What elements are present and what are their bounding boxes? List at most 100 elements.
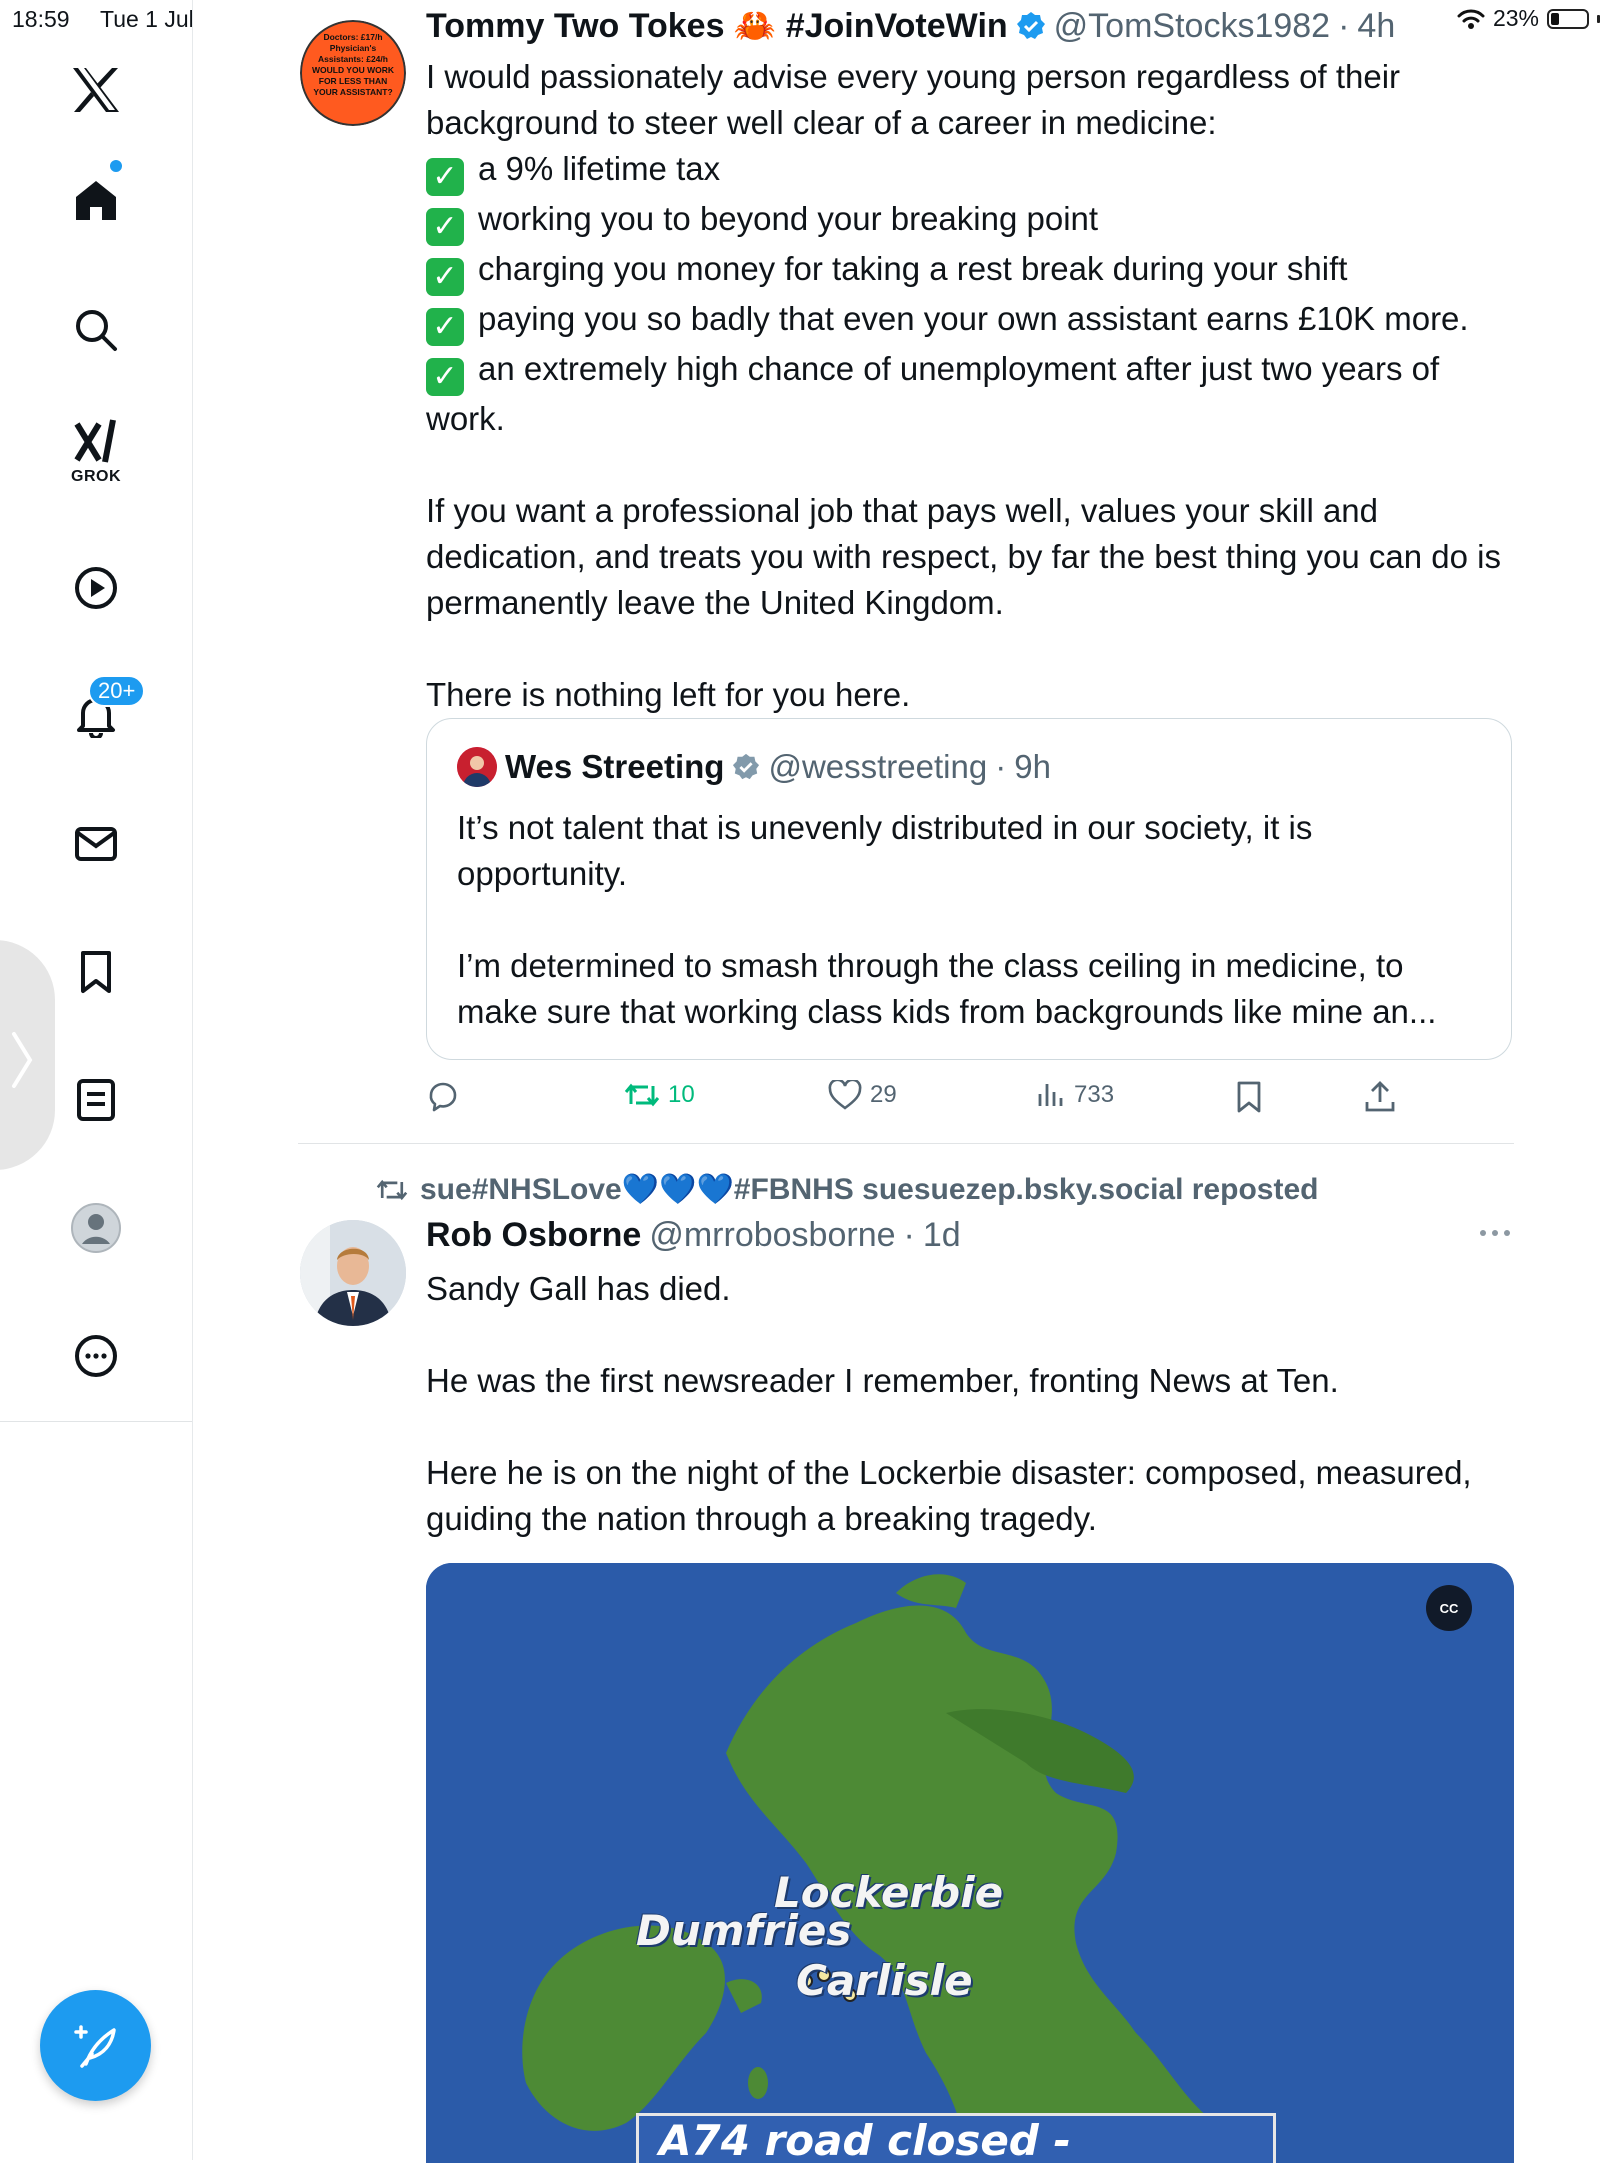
tweet2-paragraph-2: He was the first newsreader I remember, … (426, 1362, 1339, 1399)
reposted-by-text: sue#NHSLove💙💙💙#FBNHS suesuezep.bsky.soci… (420, 1173, 1319, 1206)
tweet-tommy-two-tokes[interactable]: Doctors: £17/h Physician's Assistants: £24… (298, 0, 1512, 1140)
sidebar-divider (0, 1421, 192, 1422)
map-label-dumfries: Dumfries (636, 1906, 852, 1955)
author-name[interactable]: Rob Osborne (426, 1216, 641, 1255)
check-mark-icon: ✓ (426, 308, 464, 346)
author-handle[interactable]: @mrrobosborne (649, 1216, 895, 1255)
tweet-header: Tommy Two Tokes 🦀 #JoinVoteWin @TomStock… (426, 6, 1396, 46)
nav-video[interactable] (48, 548, 144, 628)
quote-paragraph-1: It’s not talent that is unevenly distrib… (457, 809, 1313, 892)
sidebar: GROK 20+ (0, 0, 193, 2160)
share-icon (1365, 1081, 1395, 1112)
news-caption: A74 road closed - (636, 2113, 1276, 2163)
checklist-item-text: charging you money for taking a rest bre… (478, 250, 1348, 287)
checklist-item: ✓ a 9% lifetime tax (426, 146, 1516, 196)
share-button[interactable] (1364, 1080, 1396, 1114)
avatar-sign-line: WOULD YOU WORK (312, 65, 395, 75)
nav-messages[interactable] (48, 804, 144, 884)
avatar-sign-line: Physician's (330, 43, 377, 53)
grok-icon (74, 419, 116, 463)
avatar-photo (300, 1220, 406, 1326)
nav-home[interactable] (48, 158, 144, 240)
avatar-sign-line: Assistants: £24/h (318, 54, 388, 64)
tweet-text: I would passionately advise every young … (426, 54, 1516, 718)
compose-feather-icon (73, 2024, 116, 2068)
avatar-sign-line: YOUR ASSISTANT? (313, 87, 392, 97)
reply-button[interactable] (426, 1080, 460, 1114)
more-circle-icon (75, 1335, 117, 1377)
quote-time: 9h (1014, 748, 1051, 785)
map-image (426, 1563, 1514, 2163)
notifications-badge: 20+ (88, 675, 146, 707)
tweet-time[interactable]: 1d (923, 1216, 961, 1255)
tweet-paragraph-2: If you want a professional job that pays… (426, 492, 1501, 621)
avatar-sign-image: Doctors: £17/h Physician's Assistants: £24… (300, 20, 406, 126)
bookmark-button[interactable] (1234, 1080, 1264, 1114)
bookmark-icon (1237, 1081, 1261, 1113)
tweet2-header: Rob Osborne @mrrobosborne · 1d (426, 1216, 961, 1255)
tweet-more-options-icon[interactable] (1478, 1228, 1512, 1238)
like-count: 29 (870, 1081, 897, 1108)
tweet-avatar[interactable]: Doctors: £17/h Physician's Assistants: £24… (300, 20, 406, 126)
nav-grok[interactable]: GROK (48, 410, 144, 510)
nav-bookmarks[interactable] (48, 932, 144, 1012)
like-button[interactable]: 29 (828, 1080, 897, 1110)
reply-icon (429, 1082, 457, 1112)
tweet2-text: Sandy Gall has died. He was the first ne… (426, 1266, 1516, 1542)
quote-avatar[interactable] (457, 747, 497, 787)
checklist-item-text: working you to beyond your breaking poin… (478, 200, 1099, 237)
repost-indicator[interactable]: sue#NHSLove💙💙💙#FBNHS suesuezep.bsky.soci… (376, 1172, 1318, 1207)
check-mark-icon: ✓ (426, 158, 464, 196)
retweet-count: 10 (668, 1081, 695, 1108)
quote-author-name[interactable]: Wes Streeting (505, 748, 724, 786)
sidebar-edge-handle[interactable] (0, 940, 55, 1170)
closed-captions-button[interactable]: CC (1426, 1585, 1472, 1631)
checklist-item: ✓ charging you money for taking a rest br… (426, 246, 1516, 296)
x-logo[interactable] (48, 50, 144, 130)
svg-text:Doctors: £17/hPhysician'sAssis: Doctors: £17/h Physician's Assistants: £24… (312, 32, 395, 97)
nav-profile[interactable] (48, 1188, 144, 1268)
tweet-actions: 10 29 733 (426, 1080, 1516, 1124)
grok-label: GROK (71, 468, 121, 485)
tweet-paragraph-3: There is nothing left for you here. (426, 676, 911, 713)
tweet-video[interactable]: Lockerbie Dumfries Carlisle A74 road clo… (426, 1563, 1514, 2163)
checklist-item: ✓ working you to beyond your breaking poi… (426, 196, 1516, 246)
tweet-intro: I would passionately advise every young … (426, 58, 1401, 141)
analytics-icon (1038, 1084, 1063, 1106)
verified-badge-icon (1016, 12, 1045, 39)
author-name[interactable]: Tommy Two Tokes 🦀 #JoinVoteWin (426, 6, 1008, 46)
author-handle[interactable]: @TomStocks1982 (1054, 7, 1330, 46)
home-new-dot (108, 158, 124, 174)
avatar-sign-line: FOR LESS THAN (319, 76, 387, 86)
lists-icon (77, 1079, 115, 1121)
quoted-tweet[interactable]: Wes Streeting @wesstreeting · 9h It’s not … (426, 718, 1512, 1060)
tweet-separator (298, 1143, 1514, 1144)
nav-more[interactable] (48, 1316, 144, 1396)
checklist: ✓ a 9% lifetime tax ✓ working you to beyond… (426, 146, 1516, 442)
checklist-item-text: an extremely high chance of unemployment… (426, 350, 1440, 437)
messages-icon (75, 827, 117, 861)
checklist-item-text: paying you so badly that even your own a… (478, 300, 1469, 337)
retweet-icon (624, 1083, 660, 1107)
check-mark-icon: ✓ (426, 358, 464, 396)
compose-button[interactable] (40, 1990, 151, 2101)
quote-text: It’s not talent that is unevenly distrib… (457, 805, 1487, 1035)
checklist-item: ✓ an extremely high chance of unemploymen… (426, 346, 1516, 442)
tweet2-paragraph-1: Sandy Gall has died. (426, 1270, 731, 1307)
nav-lists[interactable] (48, 1060, 144, 1140)
search-icon (76, 310, 117, 351)
home-icon (76, 181, 116, 220)
tweet2-paragraph-3: Here he is on the night of the Lockerbie… (426, 1454, 1472, 1537)
profile-icon (71, 1203, 121, 1253)
battery-icon (1547, 8, 1589, 29)
bookmarks-icon (81, 951, 111, 993)
repost-icon (376, 1179, 408, 1200)
retweet-button[interactable]: 10 (624, 1080, 695, 1110)
tweet2-avatar[interactable] (300, 1220, 406, 1326)
nav-notifications[interactable]: 20+ (48, 675, 146, 755)
views-button[interactable]: 733 (1036, 1080, 1114, 1110)
nav-search[interactable] (48, 290, 144, 370)
tweet-time[interactable]: 4h (1357, 7, 1395, 46)
quote-verified-icon (733, 753, 760, 780)
checklist-item: ✓ paying you so badly that even your own … (426, 296, 1516, 346)
